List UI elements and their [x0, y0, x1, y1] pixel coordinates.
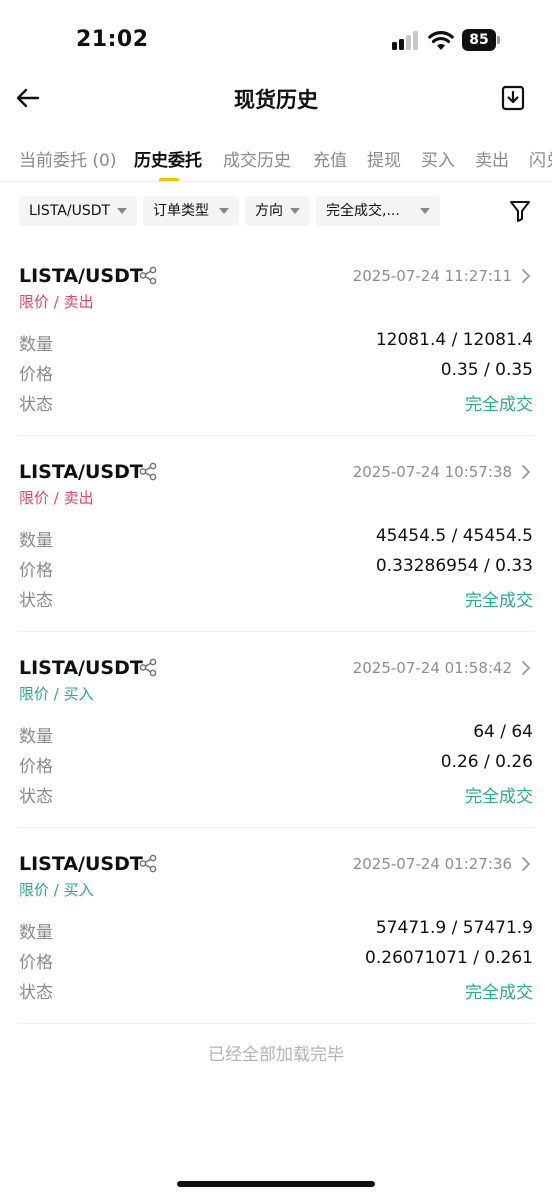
chevron-right-icon[interactable]: [520, 660, 532, 676]
battery-level: 85: [462, 29, 496, 51]
order-time: 2025-07-24 01:58:42: [352, 659, 512, 677]
active-tab-indicator: [159, 178, 179, 181]
price-label: 价格: [19, 953, 53, 973]
order-card[interactable]: LISTA/USDT 2025-07-24 11:27:11 限价 / 卖出 数…: [0, 250, 552, 446]
order-time: 2025-07-24 10:57:38: [352, 463, 512, 481]
price-label: 价格: [19, 365, 53, 385]
status-filter[interactable]: 完全成交,...: [316, 196, 440, 226]
divider: [18, 435, 534, 436]
quantity-label: 数量: [19, 923, 53, 943]
order-type: 限价 / 卖出: [19, 293, 94, 311]
order-type-filter[interactable]: 订单类型: [143, 196, 239, 226]
order-time: 2025-07-24 01:27:36: [352, 855, 512, 873]
price-value: 0.26071071 / 0.261: [365, 948, 533, 968]
price-label: 价格: [19, 561, 53, 581]
tab-order-history[interactable]: 历史委托: [134, 146, 202, 171]
tab-buy[interactable]: 买入: [421, 146, 455, 171]
quantity-value: 12081.4 / 12081.4: [375, 330, 533, 350]
filter-bar: LISTA/USDT 订单类型 方向 完全成交,...: [0, 196, 552, 228]
header: 现货历史: [0, 76, 552, 124]
direction-filter-label: 方向: [255, 203, 283, 219]
price-value: 0.26 / 0.26: [440, 752, 533, 772]
price-label: 价格: [19, 757, 53, 777]
order-pair: LISTA/USDT: [19, 265, 143, 287]
price-value: 0.33286954 / 0.33: [375, 556, 533, 576]
divider: [18, 1023, 534, 1024]
home-indicator[interactable]: [177, 1181, 375, 1187]
divider: [18, 631, 534, 632]
tab-bar: 当前委托 (0) 历史委托 成交历史 充值 提现 买入 卖出 闪兑: [0, 138, 552, 182]
status-label: 状态: [19, 983, 53, 1003]
caret-down-icon: [420, 208, 430, 214]
wifi-icon: [428, 31, 454, 50]
pair-filter[interactable]: LISTA/USDT: [19, 196, 137, 226]
order-type-filter-label: 订单类型: [153, 203, 209, 219]
order-card[interactable]: LISTA/USDT 2025-07-24 01:58:42 限价 / 买入 数…: [0, 642, 552, 838]
tab-open-orders[interactable]: 当前委托 (0): [19, 146, 116, 171]
status-value: 完全成交: [465, 787, 533, 807]
chevron-right-icon[interactable]: [520, 464, 532, 480]
tab-sell[interactable]: 卖出: [475, 146, 509, 171]
share-icon[interactable]: [139, 266, 157, 285]
order-time: 2025-07-24 11:27:11: [352, 267, 512, 285]
status-value: 完全成交: [465, 395, 533, 415]
order-type: 限价 / 买入: [19, 881, 94, 899]
spot-history-screen: 21:02 85 现货历史 当前委托 (0) 历史委托 成交历史 充值 提现 买: [0, 0, 552, 1199]
chevron-right-icon[interactable]: [520, 856, 532, 872]
status-value: 完全成交: [465, 591, 533, 611]
caret-down-icon: [219, 208, 229, 214]
order-card[interactable]: LISTA/USDT 2025-07-24 10:57:38 限价 / 卖出 数…: [0, 446, 552, 642]
status-bar: 21:02 85: [0, 0, 552, 80]
order-pair: LISTA/USDT: [19, 657, 143, 679]
quantity-label: 数量: [19, 335, 53, 355]
share-icon[interactable]: [139, 658, 157, 677]
status-value: 完全成交: [465, 983, 533, 1003]
status-time: 21:02: [76, 27, 149, 52]
status-label: 状态: [19, 591, 53, 611]
order-pair: LISTA/USDT: [19, 461, 143, 483]
caret-down-icon: [290, 208, 300, 214]
quantity-label: 数量: [19, 727, 53, 747]
page-title: 现货历史: [234, 88, 318, 112]
order-type: 限价 / 买入: [19, 685, 94, 703]
chevron-right-icon[interactable]: [520, 268, 532, 284]
quantity-value: 64 / 64: [473, 722, 533, 742]
order-card[interactable]: LISTA/USDT 2025-07-24 01:27:36 限价 / 买入 数…: [0, 838, 552, 1034]
battery-icon: 85: [462, 29, 500, 51]
share-icon[interactable]: [139, 462, 157, 481]
direction-filter[interactable]: 方向: [245, 196, 310, 226]
tab-trade-history[interactable]: 成交历史: [223, 146, 291, 171]
tab-withdraw[interactable]: 提现: [367, 146, 401, 171]
cellular-signal-icon: [392, 30, 420, 50]
funnel-icon[interactable]: [509, 199, 531, 223]
status-filter-label: 完全成交,...: [326, 203, 400, 219]
tab-convert[interactable]: 闪兑: [529, 146, 552, 171]
share-icon[interactable]: [139, 854, 157, 873]
quantity-value: 57471.9 / 57471.9: [375, 918, 533, 938]
divider: [18, 827, 534, 828]
tab-deposit[interactable]: 充值: [313, 146, 347, 171]
price-value: 0.35 / 0.35: [440, 360, 533, 380]
pair-filter-label: LISTA/USDT: [29, 203, 111, 219]
order-list: LISTA/USDT 2025-07-24 11:27:11 限价 / 卖出 数…: [0, 250, 552, 1034]
download-icon[interactable]: [500, 84, 526, 112]
quantity-value: 45454.5 / 45454.5: [375, 526, 533, 546]
caret-down-icon: [117, 208, 127, 214]
status-label: 状态: [19, 787, 53, 807]
status-label: 状态: [19, 395, 53, 415]
order-type: 限价 / 卖出: [19, 489, 94, 507]
quantity-label: 数量: [19, 531, 53, 551]
order-pair: LISTA/USDT: [19, 853, 143, 875]
end-of-list-note: 已经全部加载完毕: [208, 1045, 344, 1065]
